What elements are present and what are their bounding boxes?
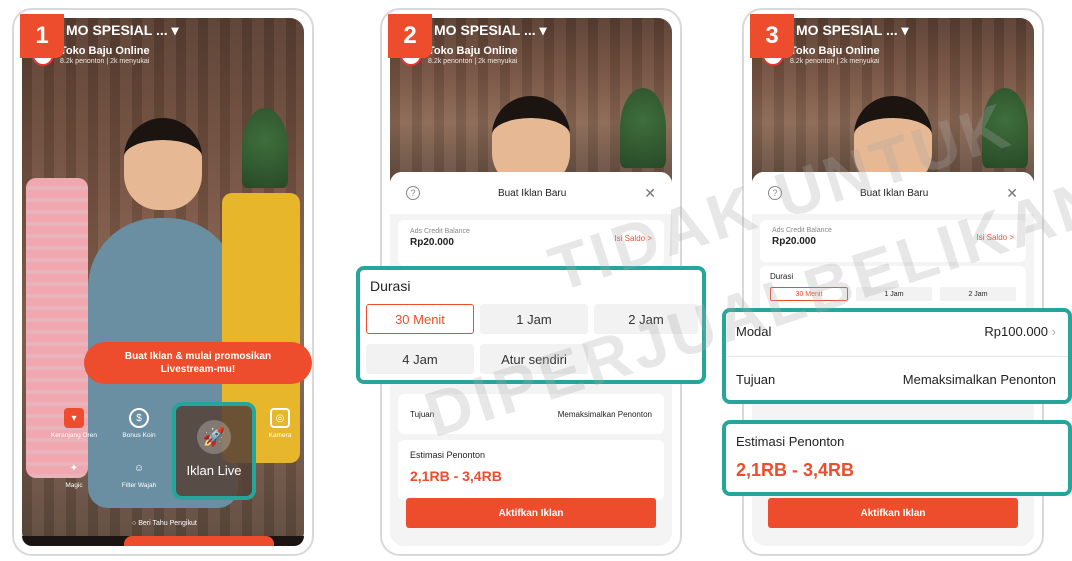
live-title[interactable]: MO SPESIAL ... ▾ [796, 22, 909, 39]
tutorial-stage: 1 MO SPESIAL ... ▾ Toko Baju Online 8.2k… [0, 0, 1072, 561]
activate-ad-button[interactable]: Aktifkan Iklan [768, 498, 1018, 528]
sheet-title: Buat Iklan Baru [497, 187, 567, 199]
help-icon[interactable]: ? [406, 186, 420, 200]
step-badge: 2 [388, 14, 432, 58]
activate-ad-button[interactable]: Aktifkan Iklan [406, 498, 656, 528]
iklan-live-button[interactable]: 🚀 Iklan Live [172, 402, 256, 500]
estimate-value: 2,1RB - 3,4RB [410, 468, 502, 484]
shop-stats: 8.2k penonton | 2k menyukai [790, 57, 880, 65]
notify-followers[interactable]: ○ Beri Tahu Pengikut [132, 520, 197, 527]
phone-step-1: 1 MO SPESIAL ... ▾ Toko Baju Online 8.2k… [12, 8, 314, 556]
balance-value: Rp20.000 [410, 237, 454, 248]
live-title[interactable]: MO SPESIAL ... ▾ [434, 22, 547, 39]
duration-option-30m[interactable]: 30 Menit [366, 304, 474, 334]
shop-name: Toko Baju Online [428, 44, 518, 57]
duration-option-1h[interactable]: 1 Jam [480, 304, 588, 334]
balance-value: Rp20.000 [772, 236, 816, 247]
shop-stats: 8.2k penonton | 2k menyukai [60, 57, 150, 65]
shop-name: Toko Baju Online [790, 44, 880, 57]
duration-label: Durasi [370, 278, 411, 294]
tujuan-row[interactable]: Tujuan Memaksimalkan Penonton [736, 372, 1056, 387]
tool-kamera[interactable]: ◎ Kamera [250, 408, 310, 439]
bottom-bar [22, 536, 304, 546]
magic-wand-icon: ✦ [69, 462, 79, 474]
duration-option-2h[interactable]: 2 Jam [940, 287, 1016, 301]
tool-magic[interactable]: ✦ Magic [44, 458, 104, 490]
tujuan-value: Memaksimalkan Penonton [902, 372, 1056, 387]
start-live-button[interactable] [124, 536, 274, 546]
modal-value: Rp100.000 [984, 324, 1049, 339]
estimate-label: Estimasi Penonton [736, 434, 845, 449]
step-badge: 1 [20, 14, 64, 58]
balance-label: Ads Credit Balance [410, 228, 470, 235]
live-title[interactable]: MO SPESIAL ... ▾ [66, 22, 179, 39]
rocket-icon: 🚀 [197, 420, 231, 454]
tool-bonus-koin[interactable]: $ Bonus Koin [109, 408, 169, 439]
shop-stats: 8.2k penonton | 2k menyukai [428, 57, 518, 65]
estimate-highlight: Estimasi Penonton 2,1RB - 3,4RB [722, 420, 1072, 496]
estimate-label: Estimasi Penonton [410, 450, 486, 460]
coin-icon: $ [129, 408, 149, 428]
camera-icon: ◎ [270, 408, 290, 428]
shop-name: Toko Baju Online [60, 44, 150, 57]
cart-icon: ▾ [64, 408, 84, 428]
tool-filter-wajah[interactable]: ☺ Filter Wajah [109, 458, 169, 490]
tool-keranjang[interactable]: ▾ Keranjang Oren [44, 408, 104, 439]
chevron-right-icon: › [1051, 324, 1056, 339]
step-badge: 3 [750, 14, 794, 58]
promo-button[interactable]: Buat Iklan & mulai promosikan Livestream… [84, 342, 312, 384]
estimate-value: 2,1RB - 3,4RB [736, 460, 855, 480]
face-filter-icon: ☺ [133, 462, 145, 474]
tujuan-label: Tujuan [736, 372, 776, 387]
